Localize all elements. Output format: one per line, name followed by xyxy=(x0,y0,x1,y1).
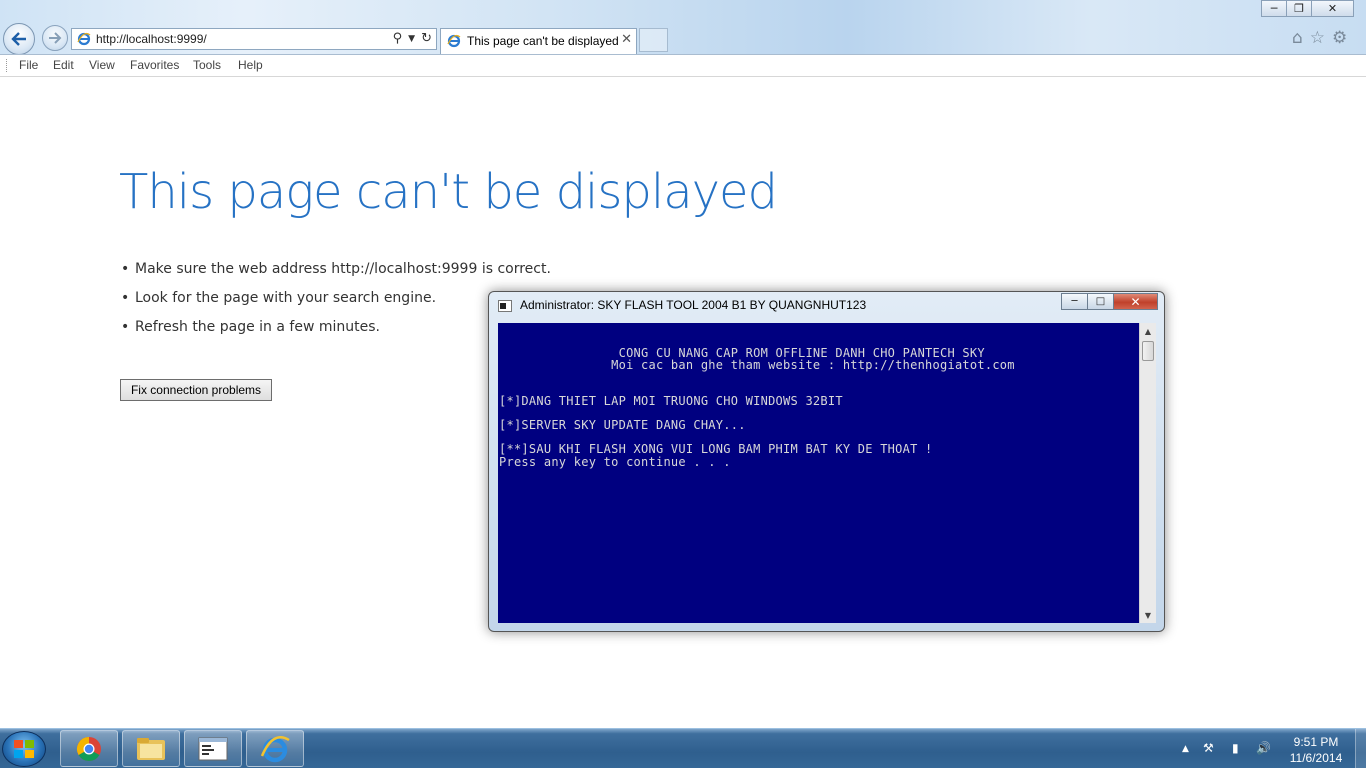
tab-title: This page can't be displayed xyxy=(467,34,619,48)
dropdown-arrow-icon[interactable]: ▼ xyxy=(408,31,415,46)
list-item: • Make sure the web address http://localh… xyxy=(121,261,551,277)
console-line: [**]SAU KHI FLASH XONG VUI LONG BAM PHIM… xyxy=(499,442,933,456)
browser-toolbar: ─ ❐ ✕ http://localhost:9999/ ⚲ ▼ ↻ This … xyxy=(0,0,1366,55)
file-explorer-icon xyxy=(137,737,165,760)
tab-ie-icon xyxy=(447,34,461,48)
windows-logo-icon xyxy=(14,740,34,758)
clock-time: 9:51 PM xyxy=(1293,735,1339,749)
restore-button[interactable]: ❐ xyxy=(1286,0,1312,17)
tab-close-icon[interactable]: ✕ xyxy=(621,32,632,47)
menu-grip xyxy=(6,59,9,72)
window-controls: ─ ❐ ✕ xyxy=(1261,0,1354,18)
console-maximize-button[interactable]: □ xyxy=(1087,293,1114,310)
bullet-dot: • xyxy=(121,319,130,335)
menu-file[interactable]: File xyxy=(19,58,38,72)
scroll-down-icon[interactable]: ▼ xyxy=(1140,607,1156,623)
menu-view[interactable]: View xyxy=(89,58,115,72)
menu-bar: File Edit View Favorites Tools Help xyxy=(0,55,1366,77)
address-bar[interactable]: http://localhost:9999/ ⚲ ▼ ↻ xyxy=(71,28,437,50)
console-line: Press any key to continue . . . xyxy=(499,455,731,469)
clock-date: 11/6/2014 xyxy=(1289,751,1343,765)
start-button[interactable] xyxy=(2,731,46,767)
console-line: [*]SERVER SKY UPDATE DANG CHAY... xyxy=(499,418,746,432)
console-title: Administrator: SKY FLASH TOOL 2004 B1 BY… xyxy=(520,298,867,312)
console-icon xyxy=(198,737,228,760)
console-line: Moi cac ban ghe tham website : http://th… xyxy=(499,358,1015,372)
bullet-text: Refresh the page in a few minutes. xyxy=(135,319,380,335)
taskbar-chrome[interactable] xyxy=(60,730,118,767)
forward-button[interactable] xyxy=(42,25,68,51)
console-icon[interactable] xyxy=(498,300,512,312)
tray-expand-icon[interactable]: ▲ xyxy=(1182,744,1189,754)
fix-connection-button[interactable]: Fix connection problems xyxy=(120,379,272,401)
page-ie-icon xyxy=(77,32,91,46)
browser-right-icons: ⌂ ☆ ⚙ xyxy=(1292,28,1347,48)
bullet-text: Look for the page with your search engin… xyxy=(135,290,437,306)
console-scrollbar[interactable]: ▲ ▼ xyxy=(1139,323,1156,623)
home-icon[interactable]: ⌂ xyxy=(1292,28,1303,48)
scroll-up-icon[interactable]: ▲ xyxy=(1140,323,1156,339)
arrow-right-icon xyxy=(49,32,62,44)
arrow-left-icon xyxy=(11,32,26,46)
list-item: • Look for the page with your search engi… xyxy=(121,290,436,306)
taskbar-console[interactable] xyxy=(184,730,242,767)
system-clock[interactable]: 9:51 PM 11/6/2014 xyxy=(1280,734,1352,766)
console-window-controls: ─ □ ✕ xyxy=(1061,293,1158,310)
minimize-button[interactable]: ─ xyxy=(1261,0,1287,17)
tray-app-icon[interactable]: ⚒ xyxy=(1203,741,1214,755)
chrome-icon xyxy=(76,736,101,761)
gear-icon[interactable]: ⚙ xyxy=(1332,28,1347,48)
taskbar-explorer[interactable] xyxy=(122,730,180,767)
taskbar-internet-explorer[interactable] xyxy=(246,730,304,767)
network-signal-icon[interactable]: ▮ xyxy=(1232,741,1239,755)
page-title: This page can't be displayed xyxy=(119,164,778,220)
console-minimize-button[interactable]: ─ xyxy=(1061,293,1088,310)
tab-active[interactable]: This page can't be displayed ✕ xyxy=(440,28,637,54)
address-url[interactable]: http://localhost:9999/ xyxy=(96,32,207,46)
menu-tools[interactable]: Tools xyxy=(193,58,221,72)
console-close-button[interactable]: ✕ xyxy=(1113,293,1158,310)
taskbar: ▲ ⚒ ▮ 🔊 9:51 PM 11/6/2014 xyxy=(0,728,1366,768)
volume-icon[interactable]: 🔊 xyxy=(1256,741,1271,755)
scroll-thumb[interactable] xyxy=(1142,341,1154,361)
menu-edit[interactable]: Edit xyxy=(53,58,74,72)
menu-favorites[interactable]: Favorites xyxy=(130,58,179,72)
search-icon[interactable]: ⚲ xyxy=(393,31,403,46)
console-line: [*]DANG THIET LAP MOI TRUONG CHO WINDOWS… xyxy=(499,394,843,408)
console-window[interactable]: Administrator: SKY FLASH TOOL 2004 B1 BY… xyxy=(488,291,1165,632)
console-output[interactable]: CONG CU NANG CAP ROM OFFLINE DANH CHO PA… xyxy=(498,323,1139,623)
list-item: • Refresh the page in a few minutes. xyxy=(121,319,380,335)
menu-help[interactable]: Help xyxy=(238,58,263,72)
bullet-dot: • xyxy=(121,261,130,277)
bullet-text: Make sure the web address http://localho… xyxy=(135,261,551,277)
favorites-star-icon[interactable]: ☆ xyxy=(1310,28,1325,48)
bullet-dot: • xyxy=(121,290,130,306)
internet-explorer-icon xyxy=(260,735,290,762)
close-button[interactable]: ✕ xyxy=(1311,0,1354,17)
new-tab-button[interactable] xyxy=(639,28,668,52)
back-button[interactable] xyxy=(3,23,35,55)
show-desktop-button[interactable] xyxy=(1355,729,1366,768)
refresh-icon[interactable]: ↻ xyxy=(421,31,432,46)
